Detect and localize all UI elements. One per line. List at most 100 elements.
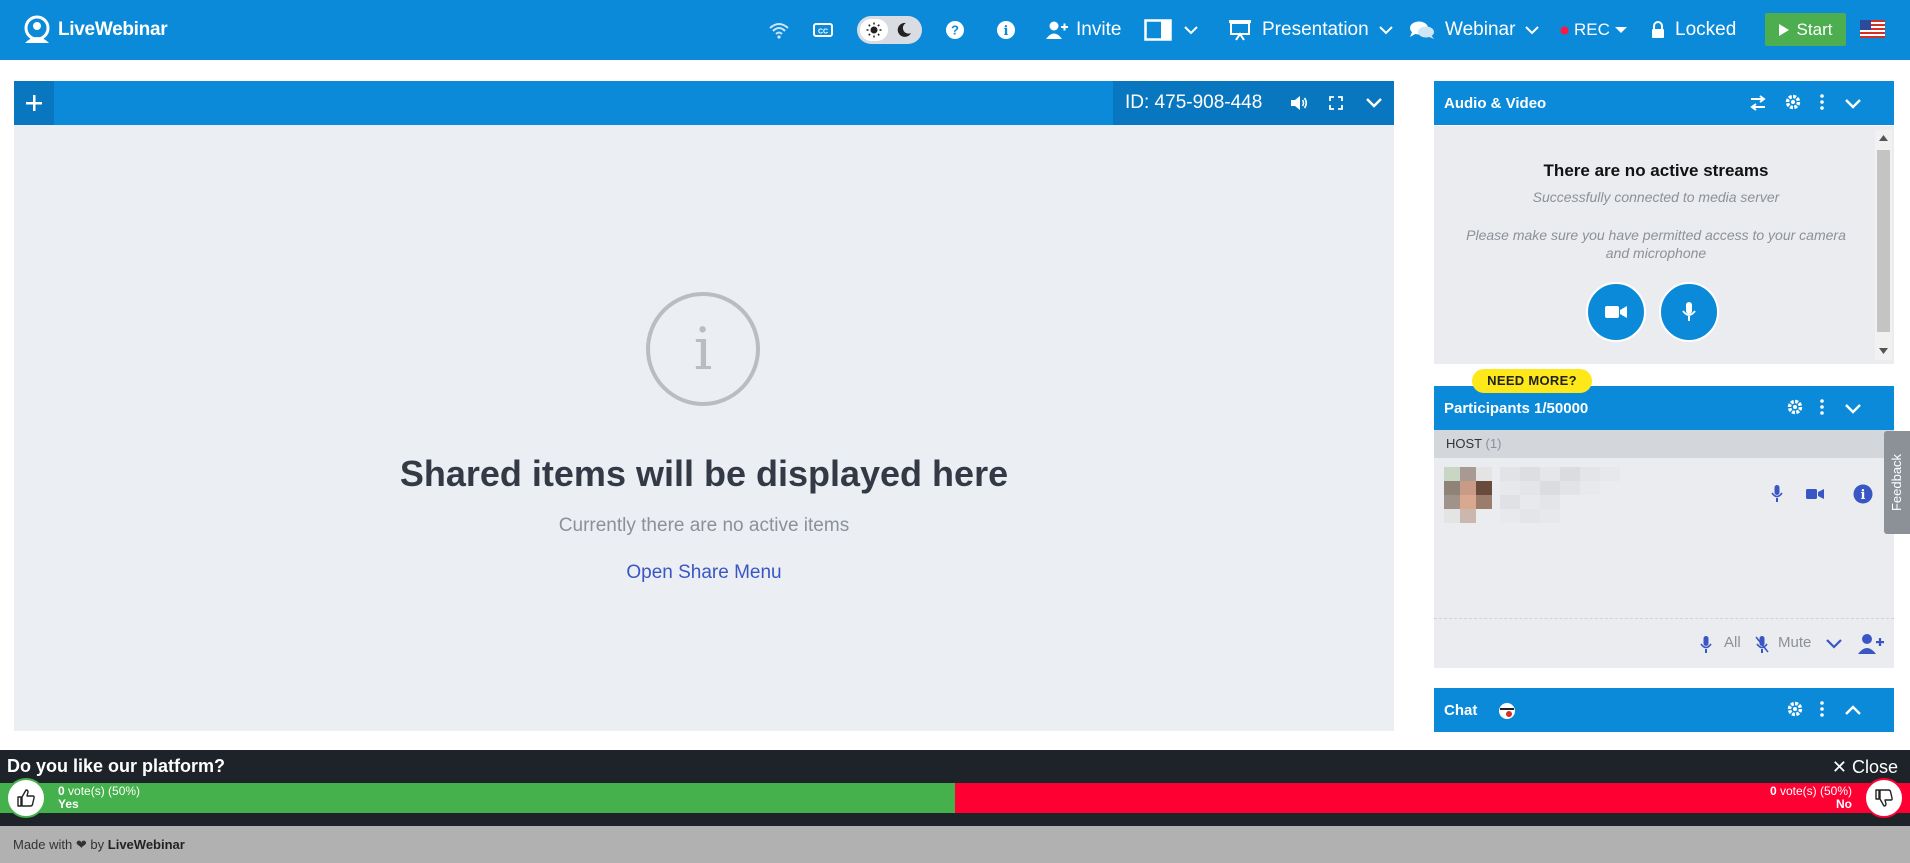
- host-count: (1): [1485, 436, 1502, 451]
- volume-icon[interactable]: [1290, 95, 1308, 111]
- microphone-icon[interactable]: [1771, 485, 1783, 503]
- open-share-menu-link[interactable]: Open Share Menu: [14, 562, 1394, 584]
- poll-no-result: 0 vote(s) (50%) No: [1770, 785, 1852, 811]
- us-flag-icon[interactable]: [1860, 20, 1885, 38]
- fullscreen-icon[interactable]: [1329, 96, 1343, 110]
- logo-icon: [24, 15, 50, 43]
- invite-button[interactable]: Invite: [1046, 0, 1121, 60]
- audio-video-body: There are no active streams Successfully…: [1434, 126, 1894, 364]
- chevron-down-icon[interactable]: [1366, 98, 1382, 108]
- chevron-down-icon[interactable]: [1826, 639, 1842, 649]
- lock-icon: [1652, 21, 1664, 38]
- svg-text:i: i: [1004, 24, 1009, 39]
- stage-controls: ID: 475-908-448: [1113, 81, 1394, 125]
- stage-header: ID: 475-908-448: [14, 81, 1394, 125]
- audio-video-title: Audio & Video: [1444, 94, 1547, 112]
- gear-icon[interactable]: [1784, 93, 1802, 111]
- microphone-icon: [1682, 302, 1696, 321]
- info-icon[interactable]: i: [1853, 484, 1873, 504]
- scroll-thumb[interactable]: [1877, 150, 1890, 332]
- vertical-dots-icon[interactable]: [1819, 398, 1825, 416]
- microphone-button[interactable]: [1659, 282, 1719, 342]
- yes-label: Yes: [58, 797, 79, 811]
- audio-video-scrollbar[interactable]: [1875, 130, 1892, 360]
- made-with-text: Made with: [13, 837, 73, 852]
- open-share-menu-label[interactable]: Open Share Menu: [626, 562, 781, 583]
- avatar: [1444, 467, 1492, 523]
- poll-yes-result: 0 vote(s) (50%) Yes: [58, 785, 140, 811]
- camera-button[interactable]: [1586, 282, 1646, 342]
- swap-icon[interactable]: [1749, 95, 1767, 111]
- scroll-down-icon[interactable]: [1879, 348, 1888, 354]
- poll-bar: Do you like our platform? ✕ Close 0 vote…: [0, 750, 1910, 826]
- caret-down-icon: [1614, 27, 1627, 33]
- yes-vote-count: 0: [58, 784, 65, 798]
- locked-label: Locked: [1675, 19, 1737, 40]
- footer: Made with ❤ by LiveWebinar: [0, 826, 1910, 863]
- layout-icon: [1144, 19, 1172, 41]
- vertical-dots-icon[interactable]: [1819, 700, 1825, 718]
- gear-icon[interactable]: [1786, 700, 1804, 718]
- presentation-icon: [1229, 20, 1251, 41]
- chevron-up-icon[interactable]: [1845, 705, 1861, 715]
- audio-video-panel-header: Audio & Video: [1434, 81, 1894, 125]
- by-text: by: [90, 837, 105, 852]
- poll-no-bar[interactable]: [955, 783, 1910, 813]
- invite-label: Invite: [1076, 19, 1122, 40]
- captions-button[interactable]: CC: [813, 0, 833, 60]
- svg-text:?: ?: [951, 23, 959, 38]
- vertical-dots-icon[interactable]: [1819, 93, 1825, 111]
- info-icon: i: [646, 292, 760, 406]
- vote-no-button[interactable]: [1864, 778, 1904, 818]
- feedback-tab[interactable]: Feedback: [1884, 431, 1910, 534]
- feedback-label: Feedback: [1889, 453, 1905, 512]
- add-user-icon: [1046, 21, 1068, 39]
- play-icon: [1778, 23, 1789, 36]
- participant-name-blurred: [1500, 467, 1620, 523]
- add-user-icon[interactable]: [1858, 633, 1884, 655]
- layout-button[interactable]: [1144, 0, 1198, 60]
- thumbs-up-icon: [17, 789, 35, 807]
- footer-brand-link[interactable]: LiveWebinar: [108, 837, 185, 852]
- add-tab-button[interactable]: [14, 81, 54, 125]
- lock-room-button[interactable]: Locked: [1651, 0, 1736, 60]
- theme-toggle[interactable]: [857, 16, 922, 44]
- logo[interactable]: LiveWebinar: [20, 13, 168, 47]
- vote-yes-button[interactable]: [6, 778, 46, 818]
- logo-text: LiveWebinar: [58, 19, 168, 40]
- chevron-down-icon[interactable]: [1845, 99, 1861, 109]
- shared-items-subtitle: Currently there are no active items: [558, 515, 850, 536]
- help-icon: ?: [946, 21, 964, 39]
- mute-all-button[interactable]: Mute: [1778, 634, 1811, 651]
- help-button[interactable]: ?: [945, 0, 965, 60]
- shared-items-area: i Shared items will be displayed here Cu…: [14, 125, 1394, 731]
- presentation-menu[interactable]: Presentation: [1228, 0, 1393, 60]
- participants-footer: All Mute: [1434, 618, 1894, 668]
- connection-status[interactable]: [768, 0, 790, 60]
- close-label: Close: [1851, 757, 1898, 777]
- participants-list: i All Mute: [1434, 458, 1894, 668]
- chevron-down-icon: [1184, 25, 1198, 34]
- cc-icon: CC: [813, 23, 833, 37]
- top-toolbar: LiveWebinar CC ? i Invite Presentation W…: [0, 0, 1910, 60]
- record-dot-icon: [1560, 26, 1569, 34]
- camera-icon[interactable]: [1806, 488, 1824, 500]
- poll-question: Do you like our platform?: [7, 756, 226, 776]
- sun-icon: [866, 22, 882, 38]
- gear-icon[interactable]: [1786, 398, 1804, 416]
- info-button[interactable]: i: [996, 0, 1016, 60]
- chevron-down-icon[interactable]: [1845, 404, 1861, 414]
- need-more-badge[interactable]: NEED MORE?: [1472, 369, 1592, 393]
- chat-panel-header[interactable]: Chat: [1434, 688, 1894, 732]
- webinar-menu[interactable]: Webinar: [1409, 0, 1540, 60]
- plus-icon: [26, 95, 42, 111]
- scroll-up-icon[interactable]: [1879, 135, 1888, 141]
- poll-yes-bar[interactable]: [0, 783, 955, 813]
- start-button[interactable]: Start: [1765, 13, 1846, 46]
- unmute-all-button[interactable]: All: [1724, 634, 1741, 651]
- poll-close-button[interactable]: ✕ Close: [1832, 757, 1898, 778]
- theme-knob: [860, 19, 888, 41]
- microphone-muted-icon: [1755, 636, 1769, 653]
- host-label: HOST: [1446, 436, 1482, 451]
- record-button[interactable]: REC: [1560, 0, 1627, 60]
